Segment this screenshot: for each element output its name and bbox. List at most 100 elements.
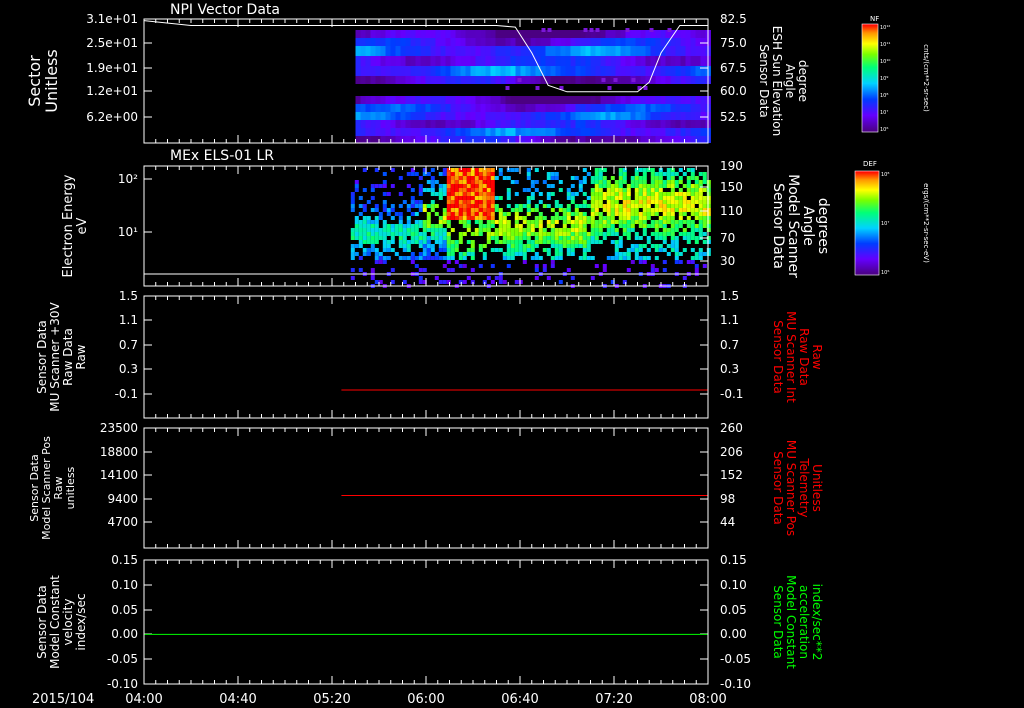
els-cell bbox=[630, 212, 635, 216]
els-cell bbox=[678, 232, 683, 236]
npi-cell bbox=[400, 66, 406, 76]
els-cell bbox=[654, 224, 659, 228]
els-cell bbox=[478, 248, 483, 252]
els-cell bbox=[638, 188, 643, 192]
els-cell bbox=[394, 252, 399, 256]
right-tick-label: 110 bbox=[720, 204, 743, 218]
npi-cell bbox=[450, 136, 456, 143]
npi-cell bbox=[680, 30, 686, 38]
els-cell bbox=[514, 204, 519, 208]
npi-cell bbox=[470, 76, 476, 84]
els-cell bbox=[490, 208, 495, 212]
els-cell bbox=[650, 168, 655, 172]
els-cell bbox=[690, 200, 695, 204]
els-cell bbox=[698, 204, 703, 208]
els-cell bbox=[466, 212, 471, 216]
els-cell bbox=[594, 184, 599, 188]
els-cell bbox=[670, 220, 675, 224]
els-cell bbox=[402, 240, 407, 244]
npi-cell bbox=[400, 104, 406, 112]
els-cell bbox=[386, 248, 391, 252]
npi-cell bbox=[670, 128, 676, 136]
els-cell bbox=[490, 220, 495, 224]
els-cell bbox=[526, 176, 531, 180]
els-cell bbox=[582, 212, 587, 216]
y-label-line: eV bbox=[75, 217, 90, 234]
els-cell bbox=[462, 256, 467, 260]
els-cell bbox=[638, 184, 643, 188]
npi-cell bbox=[500, 46, 506, 56]
npi-cell bbox=[650, 128, 656, 136]
npi-cell bbox=[410, 104, 416, 112]
npi-cell bbox=[395, 128, 401, 136]
els-cell bbox=[418, 256, 423, 260]
els-cell bbox=[374, 204, 379, 208]
els-cell bbox=[478, 232, 483, 236]
els-cell bbox=[410, 232, 415, 236]
right-tick-label: 0.00 bbox=[720, 627, 747, 641]
els-cell bbox=[490, 192, 495, 196]
els-cell bbox=[702, 188, 707, 192]
els-cell bbox=[534, 180, 539, 184]
els-cell bbox=[442, 172, 447, 176]
npi-cell bbox=[415, 120, 421, 128]
npi-cell bbox=[450, 120, 456, 128]
els-cell bbox=[570, 252, 575, 256]
npi-cell bbox=[595, 96, 601, 104]
npi-cell bbox=[435, 66, 441, 76]
npi-cell bbox=[495, 76, 501, 84]
els-cell bbox=[478, 228, 483, 232]
els-cell bbox=[434, 240, 439, 244]
els-cell bbox=[474, 220, 479, 224]
els-cell bbox=[358, 224, 363, 228]
npi-cell bbox=[655, 76, 661, 84]
els-cell bbox=[450, 188, 455, 192]
npi-cell bbox=[355, 128, 361, 136]
els-cell bbox=[666, 200, 671, 204]
npi-cell bbox=[375, 56, 381, 66]
els-cell bbox=[522, 228, 527, 232]
els-cell bbox=[670, 224, 675, 228]
npi-cell bbox=[635, 104, 641, 112]
els-cell bbox=[466, 188, 471, 192]
npi-cell bbox=[510, 46, 516, 56]
npi-cell bbox=[475, 38, 481, 46]
npi-cell bbox=[420, 66, 426, 76]
npi-cell bbox=[545, 128, 551, 136]
npi-cell bbox=[610, 66, 616, 76]
els-cell bbox=[614, 192, 619, 196]
els-cell bbox=[462, 188, 467, 192]
els-cell bbox=[546, 172, 551, 176]
npi-cell bbox=[505, 128, 511, 136]
npi-cell bbox=[590, 104, 596, 112]
els-cell bbox=[674, 252, 679, 256]
els-cell bbox=[662, 200, 667, 204]
els-cell bbox=[698, 192, 703, 196]
els-cell bbox=[438, 196, 443, 200]
els-cell bbox=[558, 240, 563, 244]
els-cell bbox=[430, 188, 435, 192]
els-cell bbox=[514, 220, 519, 224]
npi-cell bbox=[525, 96, 531, 104]
els-cell bbox=[402, 280, 407, 284]
els-cell bbox=[470, 200, 475, 204]
els-cell bbox=[674, 248, 679, 252]
els-cell bbox=[694, 200, 699, 204]
npi-cell bbox=[560, 56, 566, 66]
npi-cell bbox=[645, 46, 651, 56]
npi-cell bbox=[500, 112, 506, 120]
npi-cell bbox=[475, 104, 481, 112]
els-cell bbox=[610, 240, 615, 244]
els-cell bbox=[498, 208, 503, 212]
els-cell bbox=[398, 240, 403, 244]
els-cell bbox=[666, 208, 671, 212]
npi-cell bbox=[410, 96, 416, 104]
npi-cell bbox=[640, 66, 646, 76]
npi-cell bbox=[530, 66, 536, 76]
els-cell bbox=[486, 188, 491, 192]
npi-cell bbox=[675, 128, 681, 136]
els-cell bbox=[446, 268, 451, 272]
els-cell bbox=[590, 180, 595, 184]
npi-cell bbox=[620, 56, 626, 66]
els-cell bbox=[650, 200, 655, 204]
